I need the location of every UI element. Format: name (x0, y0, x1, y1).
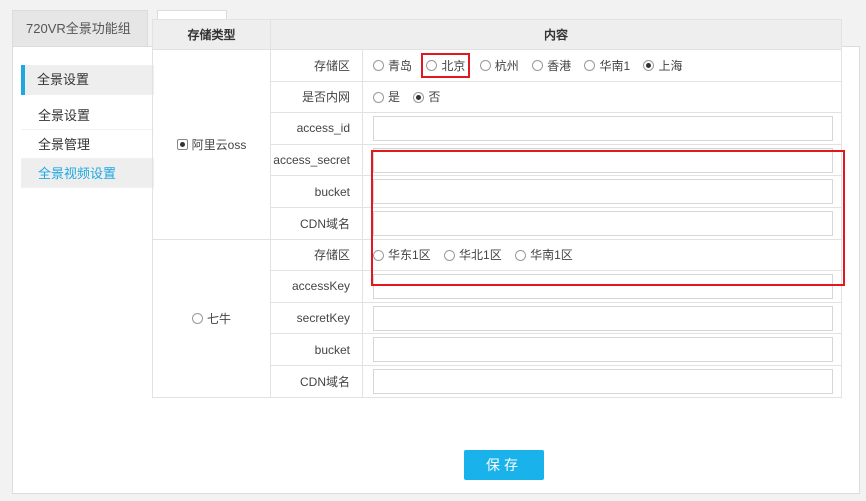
aliyun-bucket-input[interactable] (373, 179, 833, 205)
radio-icon[interactable] (532, 60, 544, 72)
region-option-qingdao[interactable]: 青岛 (373, 57, 412, 74)
aliyun-bucket-label: bucket (270, 175, 363, 208)
access-id-input[interactable] (373, 115, 833, 141)
aliyun-region-label: 存储区 (270, 49, 363, 82)
intranet-option-yes[interactable]: 是 (373, 88, 400, 105)
access-secret-label: access_secret (270, 143, 363, 177)
storage-type-aliyun[interactable]: 阿里云oss (152, 49, 271, 240)
qiniu-label: 七牛 (206, 311, 231, 326)
qiniu-cdn-label: CDN域名 (270, 364, 363, 398)
qiniu-region-label: 存储区 (270, 238, 363, 272)
aliyun-label: 阿里云oss (191, 137, 247, 152)
sidebar: 全景设置 全景设置 全景管理 全景视频设置 (21, 65, 154, 188)
radio-icon[interactable] (515, 249, 527, 261)
radio-icon[interactable] (479, 60, 491, 72)
radio-icon[interactable] (413, 91, 425, 103)
secret-key-label: secretKey (270, 301, 363, 335)
region-option-east-china-1[interactable]: 华东1区 (373, 246, 431, 263)
save-button[interactable]: 保存 (464, 450, 544, 480)
radio-icon[interactable] (643, 60, 655, 72)
region-option-hongkong[interactable]: 香港 (532, 57, 571, 74)
qiniu-bucket-label: bucket (270, 333, 363, 366)
secret-key-input[interactable] (373, 305, 833, 331)
access-id-label: access_id (270, 112, 363, 145)
storage-type-qiniu[interactable]: 七牛 (152, 238, 271, 398)
radio-icon[interactable] (444, 249, 456, 261)
qiniu-region-options: 华东1区 华北1区 华南1区 (362, 238, 842, 272)
qiniu-bucket-input[interactable] (373, 337, 833, 363)
aliyun-radio[interactable] (176, 139, 188, 151)
aliyun-intranet-label: 是否内网 (270, 80, 363, 114)
aliyun-cdn-label: CDN域名 (270, 206, 363, 240)
column-header-content: 内容 (270, 19, 842, 50)
region-option-shanghai[interactable]: 上海 (643, 57, 682, 74)
region-option-south-china-1-zone[interactable]: 华南1区 (515, 246, 573, 263)
sidebar-header: 全景设置 (21, 65, 154, 95)
intranet-option-no[interactable]: 否 (413, 88, 440, 105)
radio-icon[interactable] (584, 60, 596, 72)
tab-720vr-component[interactable]: 720VR全景功能组件 (12, 10, 148, 72)
radio-icon[interactable] (426, 60, 438, 72)
radio-icon[interactable] (373, 60, 384, 72)
storage-config-table: 存储类型 内容 阿里云oss 存储区 青岛 北京 杭州 香港 华南1 上海 是否… (152, 19, 842, 398)
region-option-north-china-1[interactable]: 华北1区 (444, 246, 502, 263)
aliyun-cdn-input[interactable] (373, 210, 833, 236)
access-secret-input[interactable] (373, 147, 833, 173)
access-key-label: accessKey (270, 270, 363, 303)
access-key-input[interactable] (373, 273, 833, 299)
aliyun-intranet-options: 是 否 (362, 80, 842, 114)
region-option-south-china-1[interactable]: 华南1 (584, 57, 630, 74)
region-option-beijing[interactable]: 北京 (421, 52, 471, 78)
qiniu-cdn-input[interactable] (373, 368, 833, 394)
sidebar-item-panorama-settings[interactable]: 全景设置 (21, 101, 154, 130)
sidebar-item-panorama-video-settings[interactable]: 全景视频设置 (21, 159, 154, 188)
region-option-hangzhou[interactable]: 杭州 (479, 57, 519, 74)
aliyun-region-options: 青岛 北京 杭州 香港 华南1 上海 (362, 49, 842, 82)
qiniu-radio[interactable] (191, 312, 203, 324)
radio-icon[interactable] (373, 249, 384, 261)
radio-icon[interactable] (373, 91, 384, 103)
sidebar-item-panorama-management[interactable]: 全景管理 (21, 130, 154, 159)
column-header-storage-type: 存储类型 (152, 19, 271, 50)
